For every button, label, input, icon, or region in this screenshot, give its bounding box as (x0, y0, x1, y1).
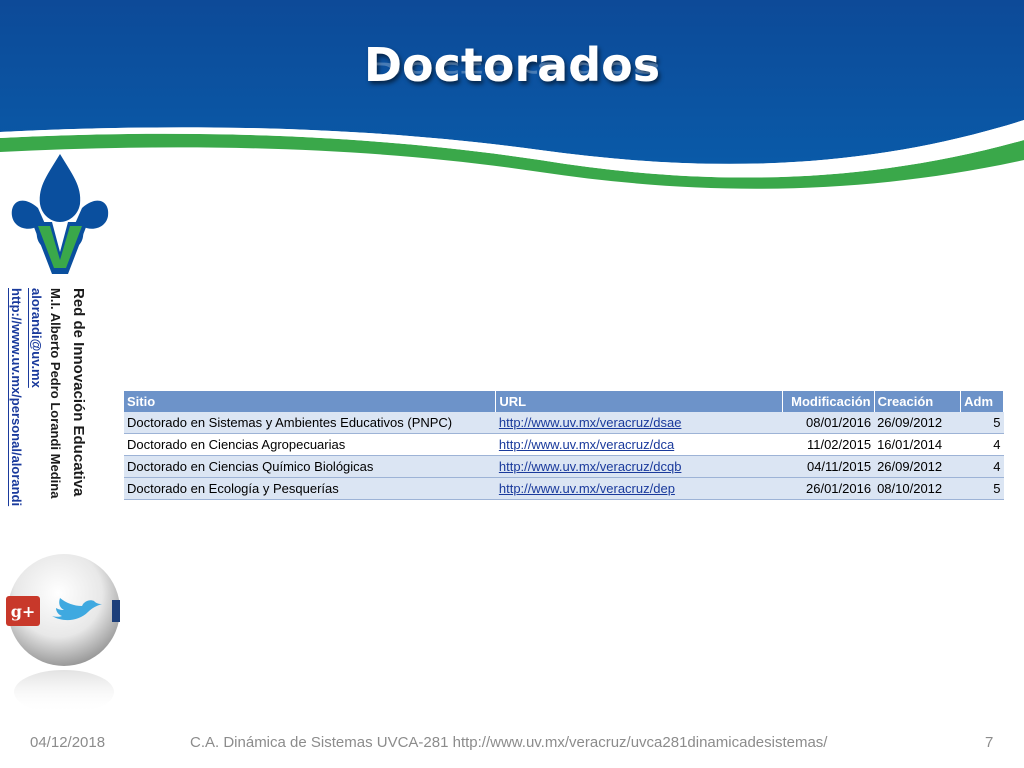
header-wave-banner (0, 0, 1024, 189)
cell-created: 08/10/2012 (874, 477, 961, 500)
doctorates-table: Sitio URL Modificación Creación Adm Doct… (124, 391, 1004, 500)
footer-course: C.A. Dinámica de Sistemas UVCA-281 http:… (190, 734, 828, 751)
author-site-link[interactable]: http://www.uv.mx/personal/alorandi (9, 288, 24, 506)
cell-modified: 26/01/2016 (782, 477, 875, 500)
site-url-link[interactable]: http://www.uv.mx/veracruz/dcqb (499, 459, 682, 474)
cell-modified: 08/01/2016 (782, 412, 875, 434)
cell-created: 16/01/2014 (874, 433, 961, 456)
cell-site: Doctorado en Ecología y Pesquerías (124, 477, 496, 500)
social-sphere (8, 554, 120, 712)
cell-adm: 5 (960, 412, 1004, 434)
site-url-link[interactable]: http://www.uv.mx/veracruz/dca (499, 437, 674, 452)
uv-fleur-de-lis-logo-icon (11, 154, 109, 274)
cell-created: 26/09/2012 (874, 412, 961, 434)
column-header-created: Creación (874, 391, 962, 412)
column-header-modified: Modificación (782, 391, 875, 412)
cell-url: http://www.uv.mx/veracruz/dep (495, 477, 783, 500)
table-row: Doctorado en Sistemas y Ambientes Educat… (124, 412, 1004, 434)
network-name: Red de Innovación Educativa (70, 288, 87, 497)
table-row: Doctorado en Ciencias Químico Biológicas… (124, 455, 1004, 478)
svg-text:g+: g+ (11, 602, 36, 621)
twitter-icon[interactable] (48, 598, 106, 626)
table-row: Doctorado en Ciencias Agropecuarias http… (124, 433, 1004, 456)
footer-date: 04/12/2018 (30, 734, 106, 751)
google-plus-icon[interactable]: g+ (6, 596, 40, 626)
cell-adm: 5 (960, 477, 1004, 500)
author-name: M.I. Alberto Pedro Lorandi Medina (48, 288, 63, 499)
cell-adm: 4 (960, 455, 1004, 478)
cell-url: http://www.uv.mx/veracruz/dsae (495, 412, 783, 434)
footer-page-number: 7 (985, 734, 994, 751)
column-header-site: Sitio (124, 391, 497, 412)
cell-adm: 4 (960, 433, 1004, 456)
cell-url: http://www.uv.mx/veracruz/dcqb (495, 455, 783, 478)
cell-modified: 04/11/2015 (782, 455, 875, 478)
site-url-link[interactable]: http://www.uv.mx/veracruz/dsae (499, 415, 682, 430)
author-email-link[interactable]: alorandi@uv.mx (29, 288, 44, 388)
site-url-link[interactable]: http://www.uv.mx/veracruz/dep (499, 481, 675, 496)
cell-site: Doctorado en Ciencias Químico Biológicas (124, 455, 496, 478)
column-header-adm: Adm (960, 391, 1004, 412)
table-header-row: Sitio URL Modificación Creación Adm (124, 391, 1004, 412)
cell-site: Doctorado en Sistemas y Ambientes Educat… (124, 412, 496, 434)
cell-created: 26/09/2012 (874, 455, 961, 478)
column-header-url: URL (495, 391, 783, 412)
table-row: Doctorado en Ecología y Pesquerías http:… (124, 477, 1004, 500)
cell-modified: 11/02/2015 (782, 433, 875, 456)
cell-url: http://www.uv.mx/veracruz/dca (495, 433, 783, 456)
slide-title: Doctorados (363, 38, 661, 92)
cell-site: Doctorado en Ciencias Agropecuarias (124, 433, 496, 456)
